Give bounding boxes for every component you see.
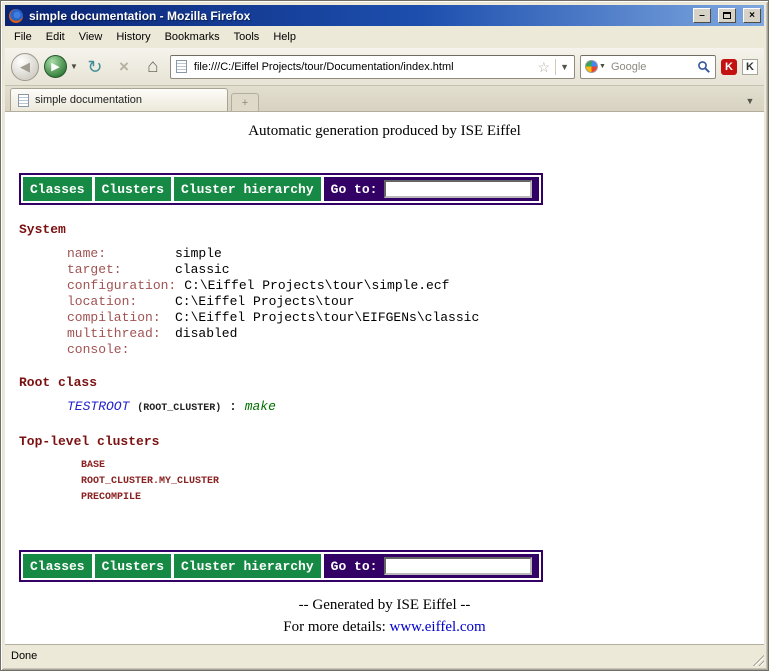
system-row: location: C:\Eiffel Projects\tour [67, 294, 764, 310]
system-row: target: classic [67, 262, 764, 278]
addon-icon-1[interactable]: K [721, 59, 737, 75]
maximize-button[interactable] [718, 8, 736, 23]
property-label: location: [67, 294, 167, 310]
history-dropdown-icon[interactable]: ▼ [70, 62, 78, 71]
property-value: simple [175, 246, 222, 262]
addon-icon-2[interactable]: K [742, 59, 758, 75]
browser-window: simple documentation - Mozilla Firefox –… [0, 0, 769, 671]
refresh-button[interactable]: ↻ [83, 55, 107, 79]
clusters-button[interactable]: Clusters [95, 177, 171, 201]
property-value: classic [175, 262, 230, 278]
forward-button[interactable]: ▶ [44, 55, 67, 78]
property-value: C:\Eiffel Projects\tour\EIFGENs\classic [175, 310, 479, 326]
engine-dropdown-icon[interactable]: ▼ [599, 63, 606, 70]
menu-item-help[interactable]: Help [266, 28, 303, 46]
cluster-link-base[interactable]: BASE [81, 458, 764, 474]
goto-label: Go to: [331, 182, 378, 197]
root-separator: : [229, 399, 237, 414]
stop-button[interactable]: × [112, 55, 136, 79]
address-bar: ☆ ▼ [170, 55, 575, 79]
tab-simple-documentation[interactable]: simple documentation [10, 88, 228, 111]
classes-button-bottom[interactable]: Classes [23, 554, 92, 578]
cluster-link-precompile[interactable]: PRECOMPILE [81, 490, 764, 506]
url-dropdown-icon[interactable]: ▼ [555, 59, 569, 75]
menu-item-history[interactable]: History [109, 28, 157, 46]
maximize-icon [723, 12, 731, 19]
page-title: Automatic generation produced by ISE Eif… [5, 123, 764, 140]
property-value: C:\Eiffel Projects\tour\simple.ecf [184, 278, 449, 294]
property-label: name: [67, 246, 167, 262]
window-title: simple documentation - Mozilla Firefox [29, 9, 686, 23]
list-all-tabs-icon[interactable]: ▼ [741, 91, 759, 111]
back-button[interactable]: ◀ [11, 53, 39, 81]
menu-item-edit[interactable]: Edit [39, 28, 72, 46]
doc-navbar-top: Classes Clusters Cluster hierarchy Go to… [19, 173, 543, 205]
goto-label-bottom: Go to: [331, 559, 378, 574]
status-text: Done [11, 650, 37, 662]
root-class-link[interactable]: TESTROOT [67, 399, 129, 414]
title-bar: simple documentation - Mozilla Firefox –… [5, 5, 764, 26]
tab-page-icon [18, 94, 29, 107]
search-input[interactable] [609, 60, 694, 74]
eiffel-com-link[interactable]: www.eiffel.com [390, 619, 486, 635]
property-label: console: [67, 342, 167, 358]
system-heading: System [19, 222, 764, 237]
google-engine-icon[interactable] [585, 60, 598, 73]
property-value: disabled [175, 326, 237, 342]
home-button[interactable]: ⌂ [141, 55, 165, 79]
root-class-line: TESTROOT (ROOT_CLUSTER) : make [67, 399, 764, 417]
doc-footer: -- Generated by ISE Eiffel -- For more d… [5, 597, 764, 636]
system-properties: name: simple target: classic configurati… [67, 246, 764, 358]
clusters-button-bottom[interactable]: Clusters [95, 554, 171, 578]
new-tab-button[interactable]: + [231, 93, 259, 111]
property-label: configuration: [67, 278, 176, 294]
clusters-heading: Top-level clusters [19, 434, 764, 449]
menu-item-tools[interactable]: Tools [227, 28, 267, 46]
system-row: console: [67, 342, 764, 358]
bookmark-star-icon[interactable]: ☆ [538, 60, 551, 74]
menu-item-view[interactable]: View [72, 28, 110, 46]
menu-item-file[interactable]: File [7, 28, 39, 46]
root-cluster-link[interactable]: (ROOT_CLUSTER) [137, 403, 221, 414]
system-row: multithread: disabled [67, 326, 764, 342]
doc-navbar-bottom: Classes Clusters Cluster hierarchy Go to… [19, 550, 543, 582]
menu-bar: File Edit View History Bookmarks Tools H… [5, 26, 764, 48]
details-label: For more details: [283, 619, 385, 635]
system-row: configuration: C:\Eiffel Projects\tour\s… [67, 278, 764, 294]
close-button[interactable]: × [743, 8, 761, 23]
details-line: For more details: www.eiffel.com [5, 619, 764, 636]
root-class-heading: Root class [19, 375, 764, 390]
favicon-page-icon [176, 60, 187, 73]
goto-input-bottom[interactable] [384, 557, 532, 575]
menu-item-bookmarks[interactable]: Bookmarks [158, 28, 227, 46]
tab-bar: simple documentation + ▼ [5, 86, 764, 112]
url-input[interactable] [192, 60, 533, 74]
system-row: compilation: C:\Eiffel Projects\tour\EIF… [67, 310, 764, 326]
cluster-link-root-cluster[interactable]: ROOT_CLUSTER.MY_CLUSTER [81, 474, 764, 490]
search-box: ▼ [580, 55, 716, 79]
property-label: multithread: [67, 326, 167, 342]
classes-button[interactable]: Classes [23, 177, 92, 201]
navigation-toolbar: ◀ ▶ ▼ ↻ × ⌂ ☆ ▼ ▼ K K [5, 48, 764, 86]
goto-input[interactable] [384, 180, 532, 198]
root-feature-link[interactable]: make [245, 399, 276, 414]
search-magnifier-icon[interactable] [697, 60, 711, 74]
status-bar: Done [5, 644, 764, 666]
page-content: Automatic generation produced by ISE Eif… [5, 112, 764, 644]
property-label: compilation: [67, 310, 167, 326]
goto-section-bottom: Go to: [324, 554, 540, 578]
tab-label: simple documentation [35, 94, 142, 106]
cluster-hierarchy-button-bottom[interactable]: Cluster hierarchy [174, 554, 321, 578]
system-row: name: simple [67, 246, 764, 262]
resize-grip[interactable] [750, 652, 764, 666]
firefox-icon [8, 8, 24, 24]
property-label: target: [67, 262, 167, 278]
property-value: C:\Eiffel Projects\tour [175, 294, 354, 310]
goto-section: Go to: [324, 177, 540, 201]
cluster-hierarchy-button[interactable]: Cluster hierarchy [174, 177, 321, 201]
generated-by-text: -- Generated by ISE Eiffel -- [5, 597, 764, 614]
minimize-button[interactable]: – [693, 8, 711, 23]
cluster-list: BASE ROOT_CLUSTER.MY_CLUSTER PRECOMPILE [81, 458, 764, 506]
